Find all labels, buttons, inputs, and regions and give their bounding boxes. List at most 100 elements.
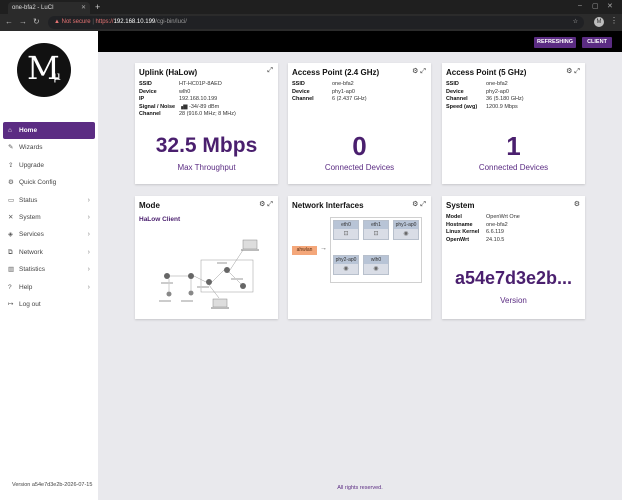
- maximize-icon[interactable]: ▢: [592, 2, 599, 10]
- chevron-right-icon: ›: [87, 266, 90, 274]
- chevron-right-icon: ›: [87, 248, 90, 256]
- expand-icon[interactable]: ⤢: [574, 68, 580, 75]
- interface-eth0[interactable]: eth0 ⊡: [333, 220, 359, 240]
- mode-label: HaLow Client: [139, 216, 181, 223]
- logo-mu: μ: [53, 69, 61, 83]
- forward-icon[interactable]: →: [19, 17, 27, 26]
- arrow-right-icon: →: [320, 245, 327, 252]
- detail-key: Device: [292, 88, 310, 95]
- bookmark-star-icon[interactable]: ☆: [573, 16, 578, 29]
- minimize-icon[interactable]: –: [578, 2, 582, 9]
- sidebar-item-status[interactable]: ▭ Status ›: [3, 192, 95, 209]
- browser-toolbar: ← → ↻ ▲ Not secure | https://192.168.10.…: [0, 14, 622, 31]
- sidebar-item-upgrade[interactable]: ⇪ Upgrade: [3, 157, 95, 174]
- sidebar-item-system[interactable]: ✕ System ›: [3, 209, 95, 226]
- chart-icon: ▥: [8, 266, 15, 274]
- detail-value: phy1-ap0: [332, 88, 355, 95]
- gear-icon[interactable]: ⚙: [412, 68, 418, 75]
- browser-tab[interactable]: one-bfa2 - LuCI ✕: [8, 2, 90, 14]
- sidebar-item-wizards[interactable]: ✎ Wizards: [3, 139, 95, 156]
- expand-icon[interactable]: ⤢: [267, 67, 273, 75]
- gear-icon[interactable]: ⚙: [412, 201, 418, 208]
- system-card: System ⚙ Model OpenWrt One Hostname one-bf…: [442, 196, 585, 319]
- footer: All rights reserved.: [337, 485, 383, 491]
- upgrade-icon: ⇪: [8, 161, 14, 169]
- sidebar-item-label: Statistics: [19, 266, 46, 274]
- detail-value: wlh0: [179, 88, 191, 95]
- card-controls: ⚙ ⤢: [259, 200, 273, 209]
- sidebar-item-quick-config[interactable]: ⚙ Quick Config: [3, 174, 95, 191]
- sidebar-item-log-out[interactable]: ↦ Log out: [3, 296, 95, 313]
- detail-key: SSID: [446, 81, 459, 87]
- gear-icon[interactable]: ⚙: [259, 201, 265, 208]
- version-caption: Version: [500, 296, 527, 305]
- expand-icon[interactable]: ⤢: [267, 201, 273, 208]
- sidebar-item-label: Log out: [19, 300, 41, 308]
- close-window-icon[interactable]: ✕: [607, 2, 613, 10]
- close-tab-icon[interactable]: ✕: [81, 2, 86, 14]
- detail-key: Device: [446, 88, 464, 95]
- connected-count: 1: [506, 131, 521, 161]
- sidebar-item-network[interactable]: ⧉ Network ›: [3, 244, 95, 261]
- detail-value: OpenWrt One: [486, 214, 520, 220]
- interface-wlh0[interactable]: wlh0 ◉: [363, 255, 389, 275]
- detail-value: 24.10.5: [486, 236, 505, 243]
- sidebar-item-home[interactable]: ⌂ Home: [3, 122, 95, 140]
- detail-key: Speed (avg): [446, 103, 478, 110]
- detail-key: IP: [139, 96, 145, 103]
- ap24-details: SSID one-bfa2 Device phy1-ap0 Channel 6 (2.…: [292, 81, 367, 104]
- gear-icon[interactable]: ⚙: [574, 200, 580, 208]
- detail-value: -34/-89 dBm: [189, 103, 220, 110]
- sidebar-item-services[interactable]: ◈ Services ›: [3, 226, 95, 243]
- back-icon[interactable]: ←: [5, 17, 13, 26]
- sidebar-item-label: Status: [19, 196, 38, 204]
- card-title: System: [446, 201, 475, 210]
- browser-tab-title: one-bfa2 - LuCI: [12, 5, 54, 11]
- client-button[interactable]: CLIENT: [582, 37, 612, 48]
- sidebar-item-statistics[interactable]: ▥ Statistics ›: [3, 261, 95, 278]
- expand-icon[interactable]: ⤢: [420, 68, 426, 75]
- tools-icon: ✕: [8, 213, 14, 221]
- zone-badge[interactable]: ahwlan: [292, 246, 317, 255]
- sidebar-item-label: Upgrade: [19, 161, 44, 169]
- address-bar[interactable]: ▲ Not secure | https://192.168.10.199/cg…: [48, 16, 584, 29]
- detail-value: phy2-ap0: [486, 88, 509, 95]
- sidebar-item-label: Services: [19, 231, 44, 239]
- sidebar-item-help[interactable]: ? Help ›: [3, 279, 95, 296]
- gear-icon: ⚙: [8, 179, 14, 187]
- wireless-icon: ◉: [343, 266, 349, 272]
- expand-icon[interactable]: ⤢: [420, 201, 426, 208]
- version-value: a54e7d3e2b...: [454, 268, 573, 288]
- detail-value: 6 (2.437 GHz): [332, 96, 367, 103]
- refreshing-button[interactable]: REFRESHING: [534, 37, 576, 48]
- interface-eth1[interactable]: eth1 ⊡: [363, 220, 389, 240]
- interface-name: eth1: [364, 221, 388, 229]
- sidebar-nav: ⌂ Home ✎ Wizards ⇪ Upgrade ⚙ Quick Config ▭ S…: [3, 122, 95, 313]
- sidebar-item-label: Help: [19, 283, 33, 291]
- detail-key: OpenWrt: [446, 236, 470, 243]
- sidebar-item-label: Home: [19, 127, 38, 134]
- detail-value: 192.168.10.199: [179, 96, 218, 103]
- new-tab-button[interactable]: +: [95, 2, 100, 12]
- browser-menu-icon[interactable]: ⋮: [610, 16, 618, 25]
- reload-icon[interactable]: ↻: [33, 17, 40, 26]
- url-path: /cgi-bin/luci/: [155, 19, 187, 25]
- detail-value: HT-HC01P-8AED: [179, 81, 222, 87]
- interface-name: phy1-ap0: [394, 221, 418, 229]
- detail-key: SSID: [292, 81, 305, 87]
- detail-value: one-bfa2: [486, 81, 508, 87]
- ethernet-port-icon: ⊡: [373, 231, 379, 237]
- logo[interactable]: M μ: [17, 43, 71, 97]
- connected-count: 0: [352, 131, 367, 161]
- interface-phy1-ap0[interactable]: phy1-ap0 ◉: [393, 220, 419, 240]
- interface-phy2-ap0[interactable]: phy2-ap0 ◉: [333, 255, 359, 275]
- detail-key: Channel: [292, 96, 314, 103]
- gear-icon[interactable]: ⚙: [566, 68, 572, 75]
- url-host: 192.168.10.199: [113, 19, 156, 25]
- profile-avatar[interactable]: M: [594, 17, 604, 27]
- services-icon: ◈: [8, 231, 13, 239]
- throughput-caption: Max Throughput: [177, 163, 236, 172]
- card-title: Access Point (2.4 GHz): [292, 68, 380, 77]
- card-controls: ⚙ ⤢: [412, 67, 426, 76]
- halow-client-diagram: [159, 239, 259, 309]
